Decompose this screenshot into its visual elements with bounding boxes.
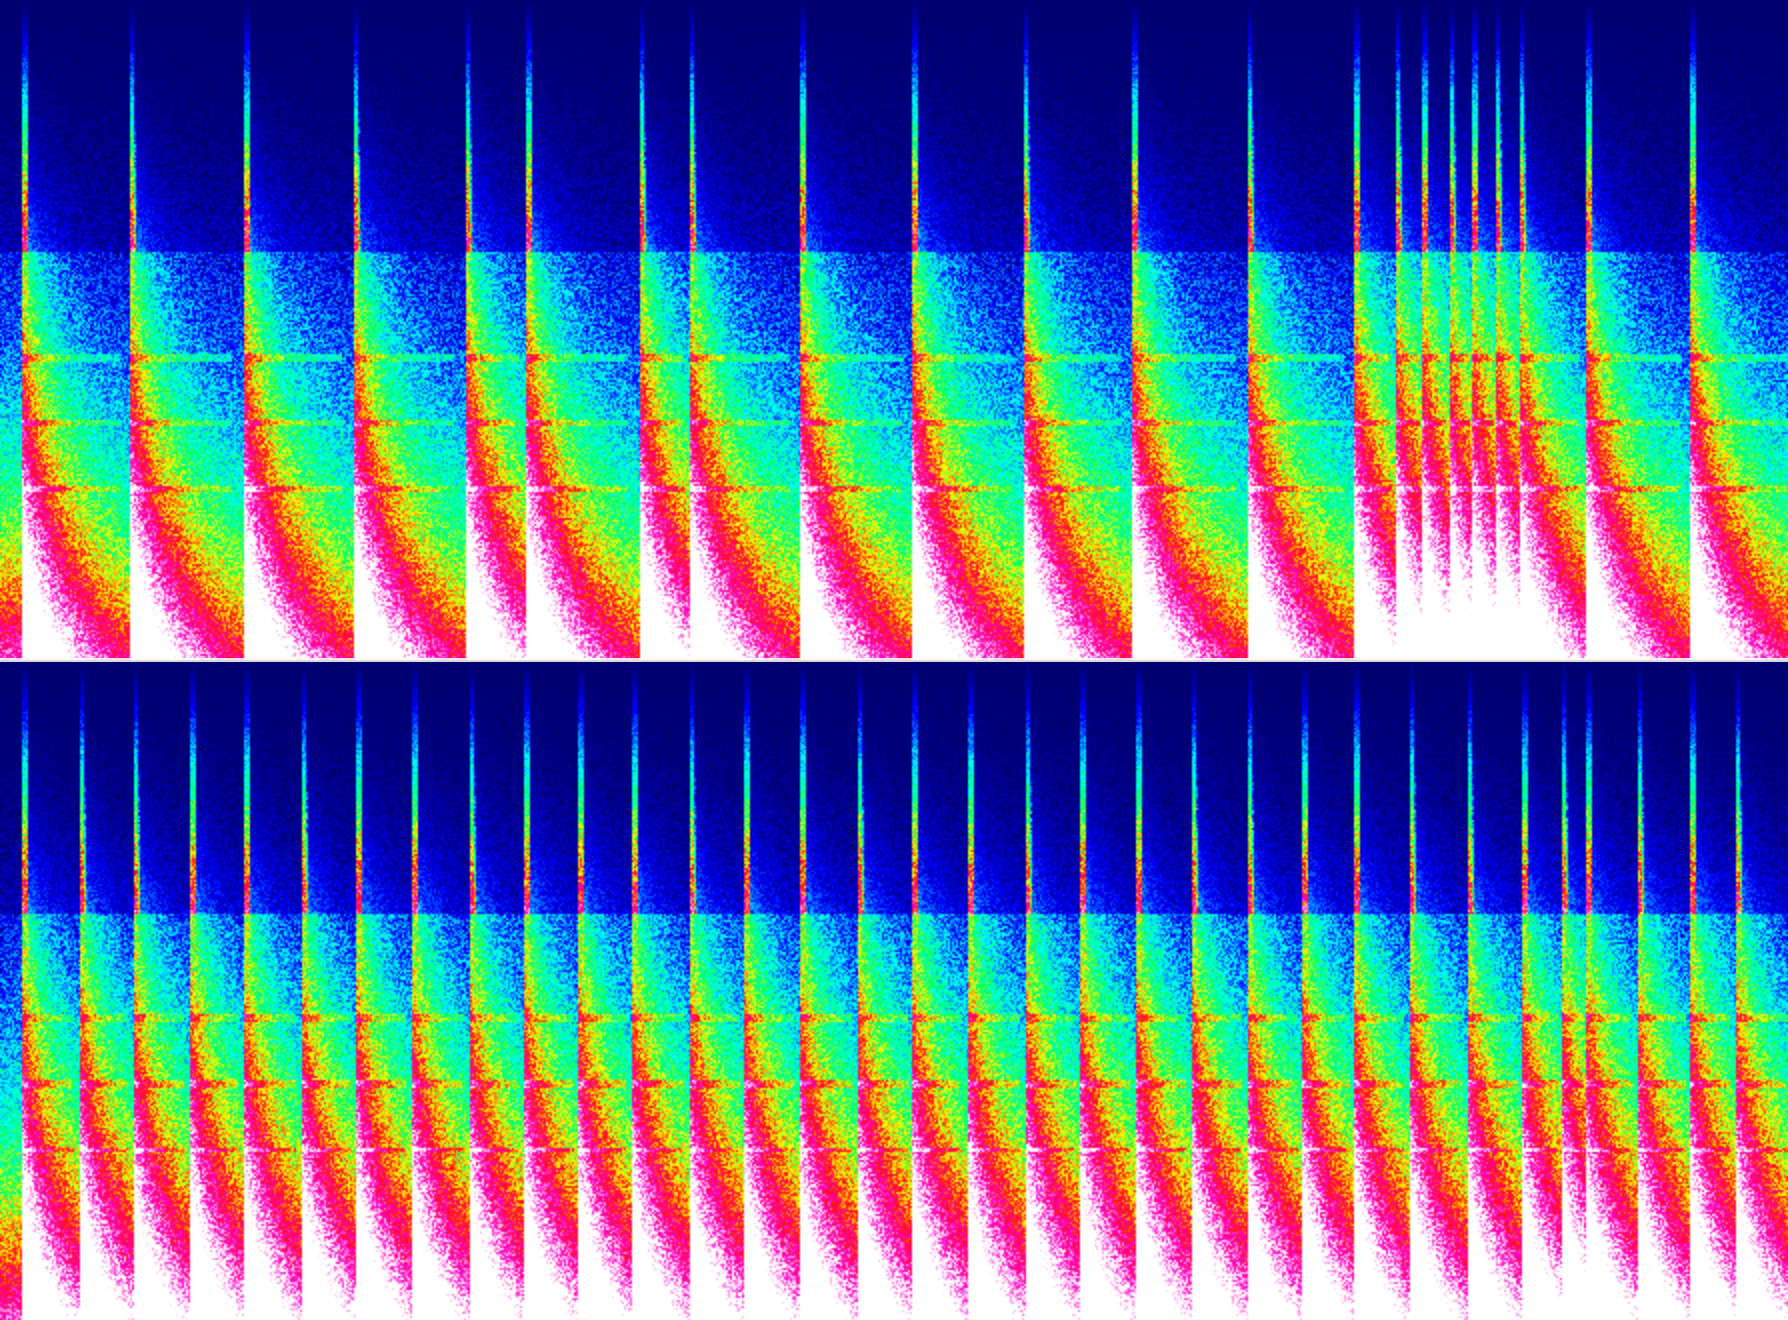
spectrogram-top-canvas (0, 0, 1788, 660)
spectrogram-bottom-canvas (0, 662, 1788, 1320)
spectrogram-image (0, 0, 1788, 1320)
spectrogram-top-panel (0, 0, 1788, 660)
spectrogram-bottom-panel (0, 662, 1788, 1320)
